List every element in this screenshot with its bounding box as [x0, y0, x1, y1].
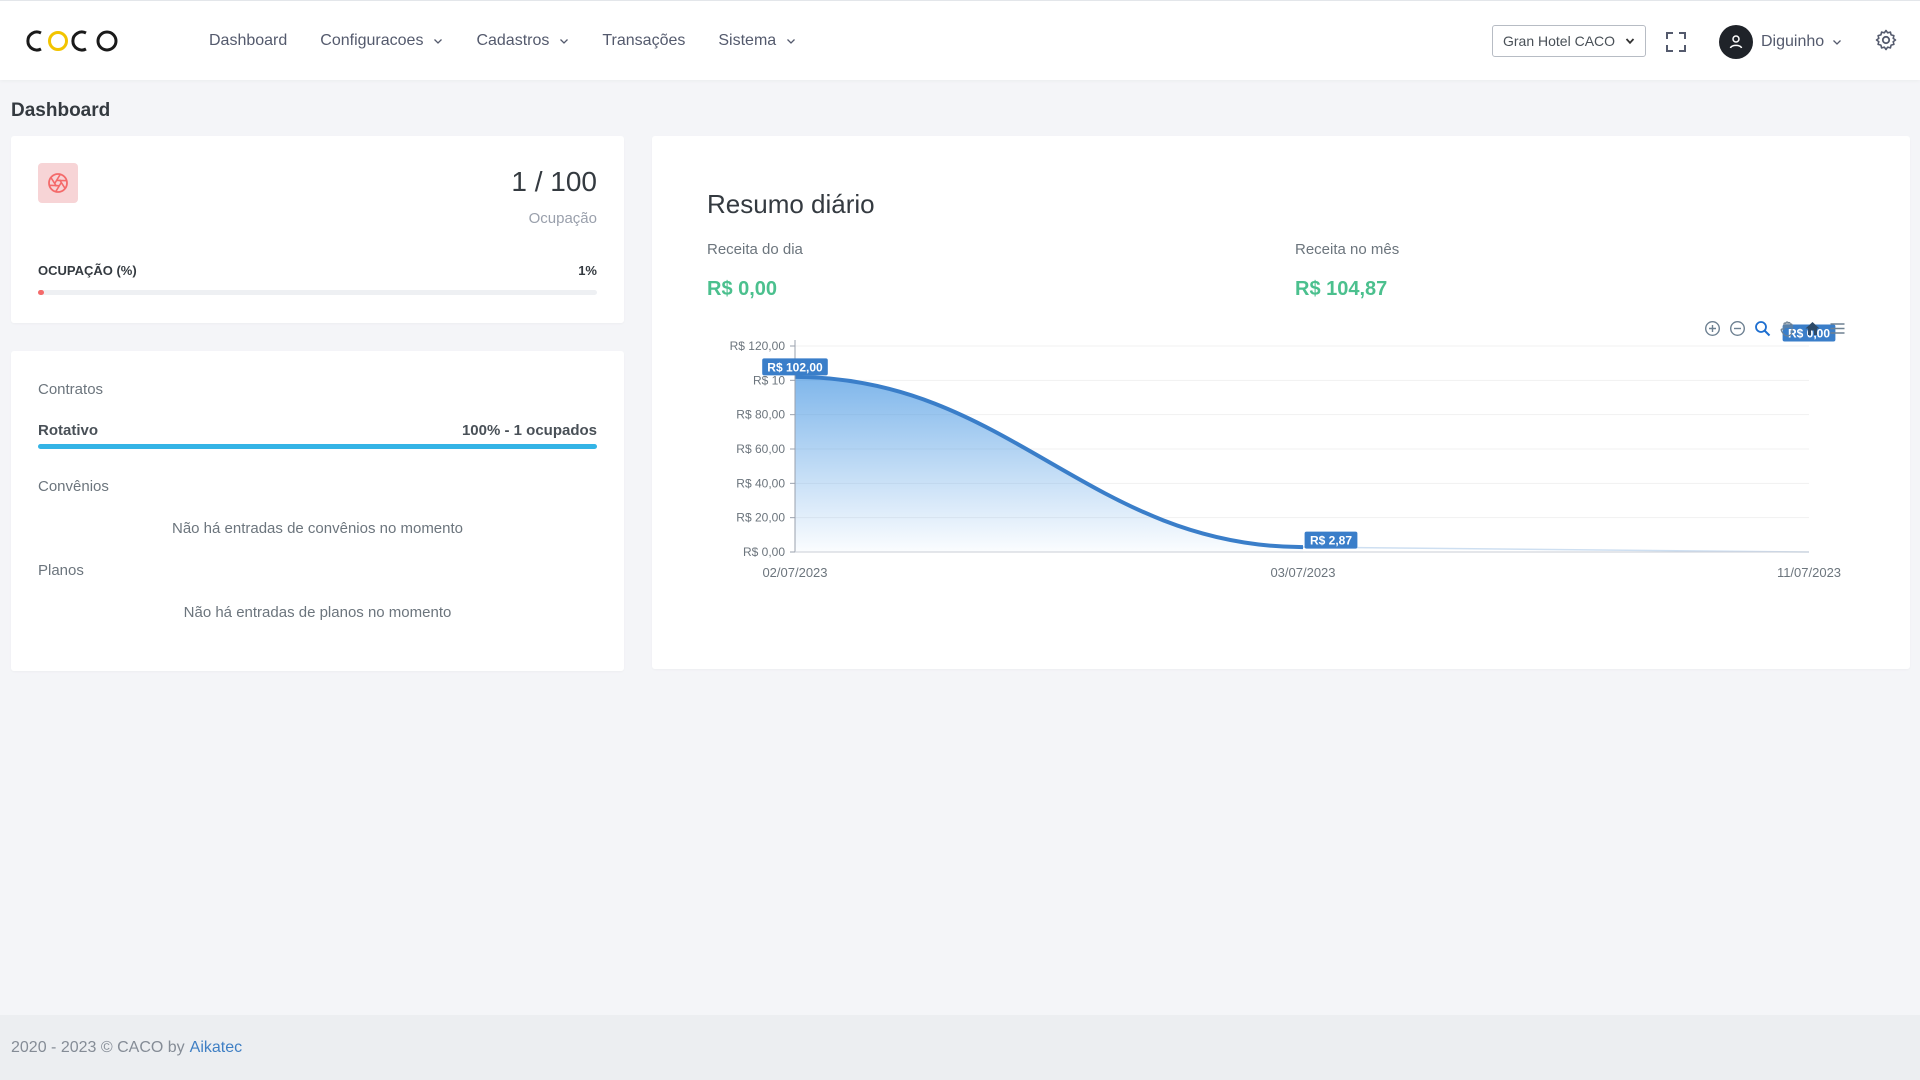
- planos-empty-message: Não há entradas de planos no momento: [183, 604, 452, 621]
- nav-dashboard[interactable]: Dashboard: [209, 32, 287, 50]
- y-tick-label: R$ 120,00: [730, 339, 786, 353]
- y-tick-label: R$ 60,00: [736, 442, 785, 456]
- convenios-empty-message: Não há entradas de convênios no momento: [171, 520, 464, 537]
- contracts-card: Contratos Rotativo 100% - 1 ocupados Con…: [11, 351, 624, 671]
- series-line-tail: [1302, 546, 1810, 553]
- nav-cadastros-label: Cadastros: [476, 32, 550, 49]
- footer-text: 2020 - 2023 © CACO by: [11, 1038, 185, 1056]
- nav-configuracoes[interactable]: Configuracoes: [320, 32, 443, 50]
- occupancy-caption: Ocupação: [528, 210, 597, 227]
- aperture-icon: [48, 173, 68, 193]
- y-tick-label: R$ 10: [753, 373, 785, 387]
- nav-sistema-label: Sistema: [718, 32, 777, 49]
- chevron-down-icon: [434, 39, 443, 44]
- footer-link-aikatec[interactable]: Aikatec: [190, 1039, 242, 1057]
- nav-sistema[interactable]: Sistema: [718, 32, 796, 50]
- nav-dashboard-label: Dashboard: [209, 32, 288, 49]
- nav-configuracoes-label: Configuracoes: [320, 32, 424, 49]
- user-menu[interactable]: Diguinho: [1719, 25, 1842, 59]
- convenios-title: Convênios: [38, 478, 109, 495]
- y-tick-label: R$ 0,00: [743, 545, 785, 559]
- nav-transacoes-label: Transações: [602, 32, 686, 49]
- user-name: Diguinho: [1761, 33, 1825, 50]
- rotativo-progress-fill: [38, 444, 597, 449]
- daily-summary-card: Resumo diário Receita do dia R$ 0,00 Rec…: [652, 136, 1910, 669]
- occupancy-progress-fill: [38, 290, 44, 295]
- occupancy-icon-box: [38, 163, 78, 203]
- caco-logo[interactable]: [20, 23, 122, 59]
- occupancy-value: 1 / 100: [511, 166, 597, 197]
- chevron-down-icon: [560, 39, 569, 44]
- y-tick-label: R$ 40,00: [736, 476, 785, 490]
- pan-hand-icon[interactable]: [1777, 318, 1798, 339]
- occupancy-bar-label: OCUPAÇÃO (%): [38, 263, 137, 278]
- x-tick-label: 11/07/2023: [1777, 565, 1841, 580]
- x-tick-label: 02/07/2023: [762, 565, 827, 580]
- planos-title: Planos: [38, 562, 84, 579]
- user-icon: [1729, 35, 1743, 49]
- y-tick-label: R$ 20,00: [736, 511, 785, 525]
- hotel-select[interactable]: Gran Hotel CACO: [1492, 25, 1646, 57]
- nav-transacoes[interactable]: Transações: [602, 32, 685, 50]
- x-tick-label: 03/07/2023: [1270, 565, 1335, 580]
- gear-icon[interactable]: [1874, 28, 1898, 52]
- rotativo-progress-track: [38, 444, 597, 449]
- chevron-down-icon: [1625, 38, 1635, 45]
- page-title: Dashboard: [11, 100, 111, 121]
- hotel-select-value: Gran Hotel CACO: [1503, 33, 1616, 49]
- fullscreen-icon[interactable]: [1665, 31, 1687, 53]
- data-label: R$ 102,00: [767, 360, 823, 374]
- menu-icon[interactable]: [1827, 318, 1848, 339]
- avatar: [1719, 25, 1753, 59]
- occupancy-card: 1 / 100 Ocupação OCUPAÇÃO (%) 1%: [11, 136, 624, 323]
- nav-cadastros[interactable]: Cadastros: [476, 32, 569, 50]
- y-tick-label: R$ 80,00: [736, 408, 785, 422]
- daily-revenue-chart: R$ 0,00 R$ 20,00 R$ 40,00 R$ 60,00 R$ 80,00 R…: [730, 324, 1841, 580]
- zoom-in-icon[interactable]: [1702, 318, 1723, 339]
- footer: 2020 - 2023 © CACO by Aikatec: [0, 1015, 1920, 1080]
- rotativo-label: Rotativo: [38, 422, 98, 439]
- series-area: [795, 376, 1303, 552]
- chart-toolbar: [1702, 318, 1848, 339]
- zoom-out-icon[interactable]: [1727, 318, 1748, 339]
- occupancy-bar-value: 1%: [578, 263, 597, 278]
- reset-home-icon[interactable]: [1802, 318, 1823, 339]
- rotativo-value: 100% - 1 ocupados: [461, 422, 597, 439]
- main-nav: Dashboard Configuracoes Cadastros Transa…: [209, 1, 829, 81]
- chevron-down-icon: [1833, 40, 1842, 45]
- top-navbar: Dashboard Configuracoes Cadastros Transa…: [0, 0, 1920, 80]
- data-label: R$ 2,87: [1310, 534, 1352, 548]
- occupancy-progress-track: [38, 290, 597, 295]
- selection-zoom-icon[interactable]: [1752, 318, 1773, 339]
- chevron-down-icon: [787, 39, 796, 44]
- contracts-title: Contratos: [38, 381, 104, 398]
